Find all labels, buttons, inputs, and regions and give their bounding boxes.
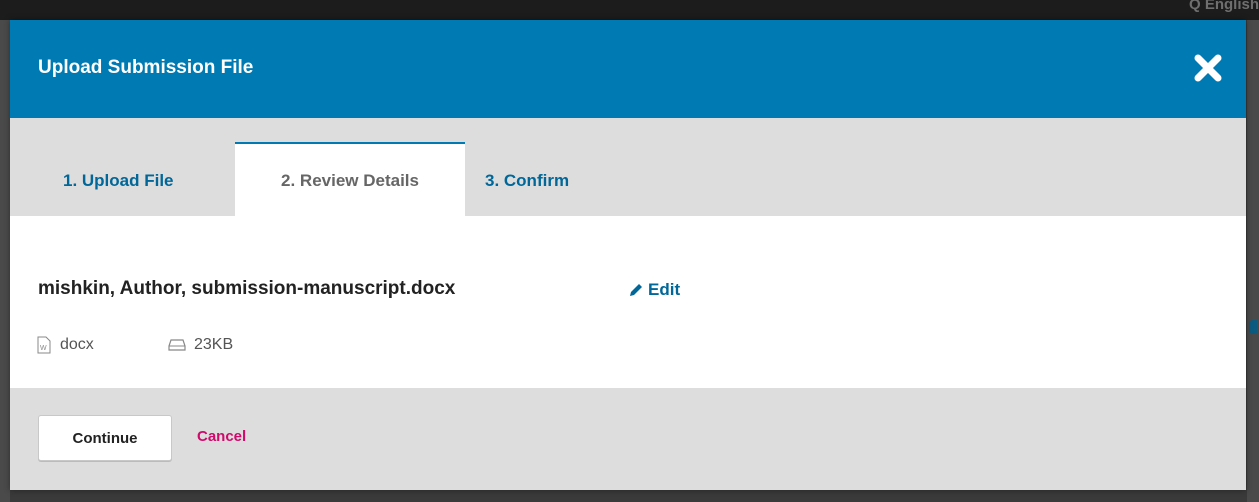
cancel-link[interactable]: Cancel <box>197 428 246 445</box>
tab-review-details[interactable]: 2. Review Details <box>235 142 465 216</box>
backdrop-indicator <box>1249 320 1257 334</box>
pencil-icon <box>630 284 642 296</box>
edit-label: Edit <box>648 280 681 299</box>
wizard-tabs: 1. Upload File 2. Review Details 3. Conf… <box>10 118 1246 216</box>
close-x-icon <box>1194 54 1222 82</box>
review-details-panel: mishkin, Author, submission-manuscript.d… <box>10 216 1246 388</box>
close-button[interactable] <box>1190 50 1226 86</box>
file-type: W docx <box>36 336 94 354</box>
language-menu[interactable]: Q English <box>1189 0 1259 13</box>
edit-link[interactable]: Edit <box>628 280 680 300</box>
upload-modal: Upload Submission File 1. Upload File 2.… <box>10 20 1246 490</box>
file-size-label: 23KB <box>194 336 234 353</box>
continue-button[interactable]: Continue <box>38 415 172 461</box>
file-name: mishkin, Author, submission-manuscript.d… <box>38 278 456 299</box>
file-size: 23KB <box>168 336 233 354</box>
tab-confirm[interactable]: 3. Confirm <box>485 142 625 216</box>
svg-text:W: W <box>40 345 47 352</box>
modal-header: Upload Submission File <box>10 20 1246 118</box>
backdrop-top-bar: Q English <box>0 0 1259 20</box>
backdrop-left <box>0 20 10 502</box>
modal-title: Upload Submission File <box>38 57 254 78</box>
file-type-label: docx <box>60 336 94 353</box>
hard-drive-icon <box>168 339 186 351</box>
backdrop-right <box>1247 20 1259 502</box>
tab-upload-file[interactable]: 1. Upload File <box>50 142 230 216</box>
word-file-icon: W <box>37 336 51 354</box>
modal-footer: Continue Cancel <box>10 388 1246 490</box>
